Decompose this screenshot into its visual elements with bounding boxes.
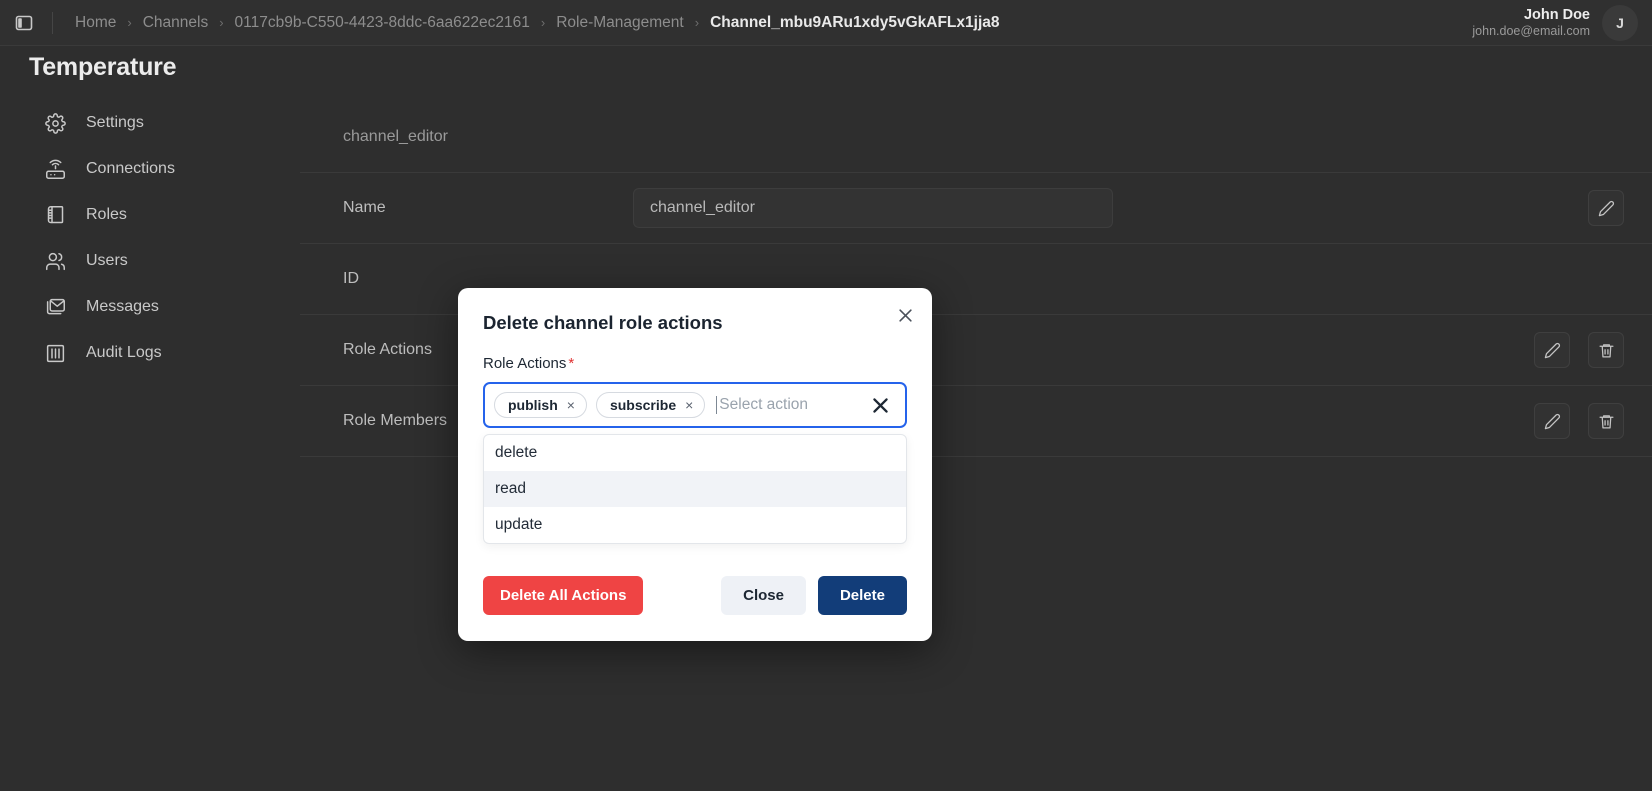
field-label-text: Role Actions (483, 355, 567, 372)
sidebar-item-label: Messages (86, 298, 159, 315)
breadcrumb-item-channels[interactable]: Channels (143, 14, 209, 32)
delete-button[interactable]: Delete (817, 576, 907, 615)
role-actions-select[interactable]: publish × subscribe × Select action (483, 382, 907, 428)
sidebar: Settings Connections Roles Users Message… (0, 100, 300, 376)
chip-subscribe[interactable]: subscribe × (595, 392, 706, 418)
chip-label: publish (508, 397, 558, 413)
chip-label: subscribe (609, 397, 677, 413)
user-name: John Doe (1523, 7, 1590, 24)
dropdown-option-delete[interactable]: delete (484, 435, 906, 471)
delete-all-actions-button[interactable]: Delete All Actions (483, 576, 644, 615)
edit-role-members-button[interactable] (1534, 403, 1570, 439)
close-button[interactable]: Close (721, 576, 806, 615)
breadcrumb-item-current: Channel_mbu9ARu1xdy5vGkAFLx1jja8 (710, 13, 1000, 31)
sidebar-toggle-icon[interactable] (12, 11, 36, 35)
close-icon[interactable] (894, 304, 916, 326)
user-menu[interactable]: John Doe john.doe@email.com J (1472, 0, 1638, 46)
sidebar-item-label: Users (86, 252, 128, 269)
sidebar-item-roles[interactable]: Roles (0, 192, 300, 238)
chip-remove-icon[interactable]: × (567, 397, 575, 413)
modal-footer: Delete All Actions Close Delete (483, 576, 907, 615)
users-icon (44, 250, 66, 272)
gear-icon (44, 112, 66, 134)
toolbar-divider (52, 11, 53, 34)
avatar[interactable]: J (1602, 5, 1638, 41)
edit-name-button[interactable] (1588, 190, 1624, 226)
row-value: channel_editor (633, 188, 1113, 228)
sidebar-item-label: Roles (86, 206, 127, 223)
role-actions-dropdown: delete read update (483, 434, 907, 544)
user-info: John Doe john.doe@email.com (1472, 7, 1590, 38)
sidebar-item-messages[interactable]: Messages (0, 284, 300, 330)
table-row: Name channel_editor (300, 173, 1652, 244)
breadcrumb-item-role-management[interactable]: Role-Management (556, 14, 684, 32)
role-actions-label: Role Actions * (483, 355, 907, 372)
sidebar-item-label: Audit Logs (86, 344, 162, 361)
chip-remove-icon[interactable]: × (685, 397, 693, 413)
row-actions (1588, 190, 1624, 226)
row-actions (1534, 332, 1624, 368)
delete-role-members-button[interactable] (1588, 403, 1624, 439)
page-title: Temperature (29, 53, 177, 81)
role-heading: channel_editor (300, 100, 1652, 173)
breadcrumb-item-channel-id[interactable]: 0117cb9b-C550-4423-8ddc-6aa622ec2161 (235, 14, 530, 32)
breadcrumb-separator: › (127, 15, 132, 30)
dropdown-option-update[interactable]: update (484, 507, 906, 543)
sidebar-item-label: Connections (86, 160, 175, 177)
router-icon (44, 158, 66, 180)
breadcrumb-separator: › (694, 15, 700, 30)
row-actions (1534, 403, 1624, 439)
edit-role-actions-button[interactable] (1534, 332, 1570, 368)
clear-icon[interactable] (869, 394, 891, 416)
top-bar: Home › Channels › 0117cb9b-C550-4423-8dd… (0, 0, 1652, 46)
sidebar-item-connections[interactable]: Connections (0, 146, 300, 192)
app-root: Home › Channels › 0117cb9b-C550-4423-8dd… (0, 0, 1652, 791)
delete-channel-role-actions-modal: Delete channel role actions Role Actions… (458, 288, 932, 641)
delete-role-actions-button[interactable] (1588, 332, 1624, 368)
select-input-placeholder[interactable]: Select action (716, 396, 860, 414)
user-email: john.doe@email.com (1472, 24, 1590, 39)
row-label: Name (343, 199, 386, 216)
envelope-icon (44, 296, 66, 318)
row-label: ID (343, 270, 359, 287)
sidebar-item-settings[interactable]: Settings (0, 100, 300, 146)
sidebar-item-users[interactable]: Users (0, 238, 300, 284)
dropdown-option-read[interactable]: read (484, 471, 906, 507)
sidebar-item-audit-logs[interactable]: Audit Logs (0, 330, 300, 376)
breadcrumb-item-home[interactable]: Home (75, 14, 116, 32)
breadcrumb-separator: › (540, 15, 546, 30)
chip-publish[interactable]: publish × (494, 392, 587, 418)
audit-logs-icon (44, 342, 66, 364)
breadcrumb: Home › Channels › 0117cb9b-C550-4423-8dd… (75, 14, 1000, 32)
required-marker: * (568, 355, 575, 372)
modal-title: Delete channel role actions (483, 312, 723, 333)
book-icon (44, 204, 66, 226)
breadcrumb-separator: › (219, 15, 224, 30)
sidebar-item-label: Settings (86, 114, 144, 131)
